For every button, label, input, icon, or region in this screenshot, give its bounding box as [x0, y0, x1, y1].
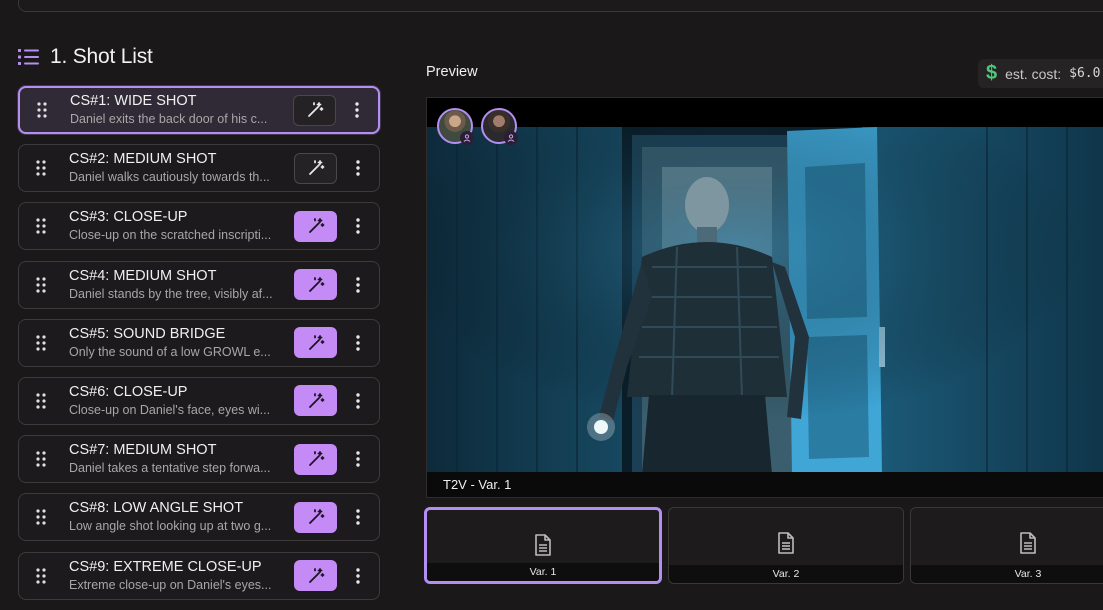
- shot-title: CS#9: EXTREME CLOSE-UP: [69, 558, 262, 575]
- preview-caption: T2V - Var. 1: [427, 472, 1103, 497]
- shot-description: Close-up on Daniel's face, eyes wi...: [69, 402, 271, 417]
- more-options-icon[interactable]: [345, 509, 371, 526]
- drag-handle-icon[interactable]: [19, 160, 63, 176]
- magic-wand-button[interactable]: [294, 152, 337, 184]
- dollar-icon: $: [986, 62, 998, 84]
- shot-title: CS#7: MEDIUM SHOT: [69, 442, 217, 459]
- shot-list: CS#1: WIDE SHOT Daniel exits the back do…: [18, 86, 380, 610]
- more-options-icon[interactable]: [345, 567, 371, 584]
- person-icon: [460, 131, 474, 145]
- shot-description: Close-up on the scratched inscripti...: [69, 228, 272, 243]
- shot-title: CS#3: CLOSE-UP: [69, 209, 188, 226]
- character-avatars: [437, 108, 518, 145]
- drag-handle-icon[interactable]: [19, 276, 63, 293]
- avatar[interactable]: [437, 108, 474, 145]
- drag-handle-icon[interactable]: [19, 218, 63, 234]
- drag-handle-icon[interactable]: [19, 567, 63, 584]
- shot-item[interactable]: CS#4: MEDIUM SHOT Daniel stands by the t…: [18, 260, 380, 309]
- shot-description: Extreme close-up on Daniel's eyes...: [69, 577, 272, 592]
- preview-frame-image: [427, 127, 1103, 474]
- more-options-icon[interactable]: [345, 218, 371, 235]
- more-options-icon[interactable]: [345, 335, 371, 351]
- shot-item[interactable]: CS#8: LOW ANGLE SHOT Low angle shot look…: [18, 493, 380, 542]
- magic-wand-icon: [308, 218, 324, 234]
- drag-handle-icon[interactable]: [20, 102, 64, 118]
- shot-title: CS#2: MEDIUM SHOT: [69, 151, 217, 168]
- shot-list-header: 1. Shot List: [18, 44, 153, 70]
- variation-thumb[interactable]: Var. 3: [910, 507, 1103, 584]
- magic-wand-icon: [308, 334, 324, 350]
- shot-item[interactable]: CS#9: EXTREME CLOSE-UP Extreme close-up …: [18, 551, 380, 600]
- more-options-icon[interactable]: [345, 451, 371, 467]
- magic-wand-button[interactable]: [294, 385, 337, 417]
- magic-wand-icon: [308, 276, 324, 292]
- cost-label: est. cost:: [1005, 65, 1062, 82]
- shot-item[interactable]: CS#7: MEDIUM SHOT Daniel takes a tentati…: [18, 435, 380, 484]
- magic-wand-button[interactable]: [294, 501, 337, 533]
- preview-player[interactable]: T2V - Var. 1: [426, 97, 1103, 498]
- shot-title: CS#8: LOW ANGLE SHOT: [69, 500, 244, 517]
- shot-item[interactable]: CS#1: WIDE SHOT Daniel exits the back do…: [18, 86, 380, 134]
- magic-wand-button[interactable]: [294, 327, 337, 359]
- magic-wand-button[interactable]: [294, 560, 337, 591]
- variation-label: Var. 2: [669, 565, 903, 583]
- shot-title: CS#4: MEDIUM SHOT: [69, 267, 217, 284]
- numbered-list-icon: [18, 48, 40, 66]
- shot-item[interactable]: CS#6: CLOSE-UP Close-up on Daniel's face…: [18, 376, 380, 425]
- variation-label: Var. 3: [911, 565, 1103, 583]
- magic-wand-icon: [308, 393, 324, 408]
- shot-description: Daniel stands by the tree, visibly af...: [69, 286, 273, 301]
- shot-description: Only the sound of a low GROWL e...: [69, 344, 271, 359]
- preview-label: Preview: [426, 64, 478, 80]
- magic-wand-button[interactable]: [293, 94, 336, 126]
- shot-title: CS#6: CLOSE-UP: [69, 383, 188, 400]
- shot-title: CS#5: SOUND BRIDGE: [69, 325, 226, 342]
- variation-thumb[interactable]: Var. 1: [424, 507, 662, 584]
- document-icon: [534, 534, 552, 561]
- more-options-icon[interactable]: [345, 160, 371, 176]
- more-options-icon[interactable]: [345, 276, 371, 293]
- magic-wand-icon: [307, 102, 323, 117]
- cost-value: $6.0: [1069, 66, 1101, 81]
- shot-description: Low angle shot looking up at two g...: [69, 519, 272, 534]
- shot-list-title: 1. Shot List: [50, 45, 153, 68]
- person-icon: [504, 131, 518, 145]
- shot-item[interactable]: CS#3: CLOSE-UP Close-up on the scratched…: [18, 202, 380, 251]
- more-options-icon[interactable]: [345, 393, 371, 409]
- variation-thumbnails: Var. 1 Var. 2 Var. 3: [424, 507, 1103, 584]
- drag-handle-icon[interactable]: [19, 509, 63, 525]
- shot-item[interactable]: CS#5: SOUND BRIDGE Only the sound of a l…: [18, 318, 380, 367]
- shot-title: CS#1: WIDE SHOT: [70, 93, 197, 109]
- magic-wand-icon: [308, 509, 324, 525]
- magic-wand-icon: [308, 567, 324, 583]
- shot-description: Daniel walks cautiously towards th...: [69, 170, 270, 185]
- magic-wand-icon: [308, 451, 324, 467]
- magic-wand-button[interactable]: [294, 443, 337, 475]
- estimated-cost: $ est. cost: $6.0: [978, 59, 1103, 88]
- top-panel-edge: [18, 0, 1103, 12]
- avatar[interactable]: [481, 108, 518, 145]
- magic-wand-icon: [308, 160, 324, 176]
- document-icon: [777, 532, 795, 559]
- variation-thumb[interactable]: Var. 2: [668, 507, 904, 584]
- magic-wand-button[interactable]: [294, 269, 337, 301]
- drag-handle-icon[interactable]: [19, 451, 63, 467]
- drag-handle-icon[interactable]: [19, 393, 63, 409]
- shot-description: Daniel exits the back door of his c...: [70, 112, 268, 126]
- magic-wand-button[interactable]: [294, 210, 337, 242]
- document-icon: [1019, 532, 1037, 559]
- drag-handle-icon[interactable]: [19, 335, 63, 351]
- shot-item[interactable]: CS#2: MEDIUM SHOT Daniel walks cautiousl…: [18, 144, 380, 193]
- variation-label: Var. 1: [427, 563, 659, 581]
- more-options-icon[interactable]: [344, 102, 370, 118]
- shot-description: Daniel takes a tentative step forwa...: [69, 461, 271, 476]
